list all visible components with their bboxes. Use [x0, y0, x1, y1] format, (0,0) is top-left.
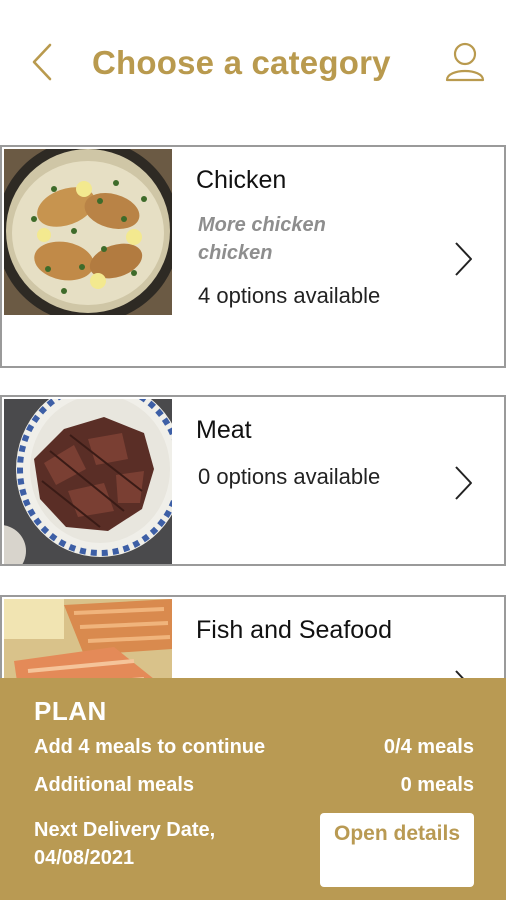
chevron-right-icon [455, 242, 472, 276]
next-delivery-date: Next Delivery Date, 04/08/2021 [34, 819, 216, 869]
profile-button[interactable] [442, 40, 488, 86]
chevron-right-icon [455, 466, 472, 500]
back-button[interactable] [24, 38, 64, 88]
meals-required-label: Add 4 meals to continue [34, 736, 266, 758]
category-card-chicken[interactable]: Chicken More chicken chicken 4 options a… [0, 145, 506, 368]
additional-meals-value: 0 meals [400, 774, 474, 796]
category-option-count: 0 options available [198, 464, 381, 489]
category-name: Fish and Seafood [196, 616, 392, 644]
plan-title: PLAN [34, 696, 107, 726]
category-option-count: 4 options available [198, 283, 381, 308]
page-title: Choose a category [92, 44, 391, 81]
user-icon [445, 42, 485, 82]
meat-image [2, 397, 184, 564]
category-description: More chicken chicken [198, 214, 326, 264]
chicken-image [2, 147, 180, 323]
meals-required-value: 0/4 meals [383, 736, 474, 758]
additional-meals-label: Additional meals [34, 774, 195, 796]
open-details-button[interactable]: Open details [320, 813, 474, 887]
category-name: Meat [196, 416, 252, 444]
app-header: Choose a category [0, 0, 506, 130]
category-name: Chicken [196, 166, 287, 194]
plan-summary-panel: PLAN Add 4 meals to continue 0/4 meals A… [0, 678, 506, 900]
chevron-left-icon [32, 43, 52, 81]
category-card-meat[interactable]: Meat 0 options available [0, 395, 506, 566]
